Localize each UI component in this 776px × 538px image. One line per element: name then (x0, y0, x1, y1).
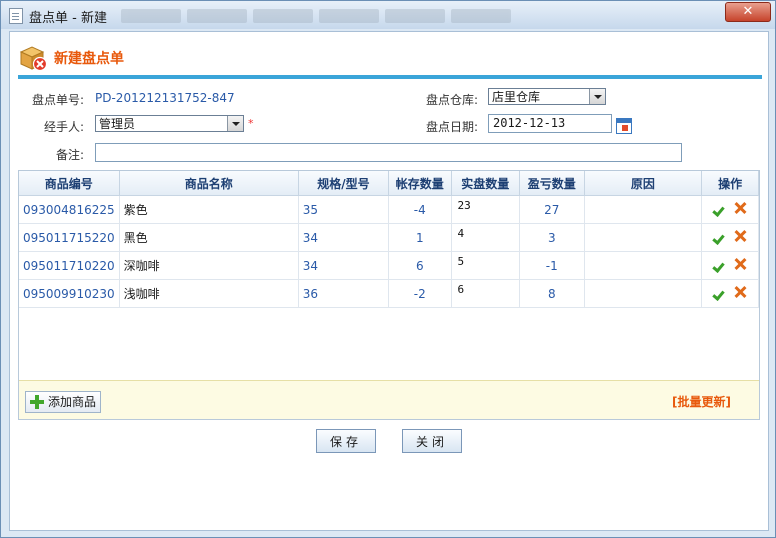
col-header-book-qty[interactable]: 帐存数量 (388, 171, 452, 196)
delete-x-icon[interactable] (734, 230, 746, 242)
cell-actions (701, 279, 759, 308)
cell-reason[interactable] (584, 251, 703, 280)
handler-selected: 管理员 (99, 117, 136, 131)
cell-code[interactable]: 095009910230 (19, 279, 120, 308)
cell-actions (701, 223, 759, 252)
cell-actions (701, 195, 759, 224)
cell-diff: -1 (519, 251, 585, 280)
close-button[interactable]: 关闭 (402, 429, 462, 453)
required-mark: * (248, 117, 254, 130)
document-icon (9, 8, 23, 24)
table-row[interactable]: 095009910230 浅咖啡 36 -2 6 8 (19, 279, 759, 308)
confirm-check-icon[interactable] (714, 288, 728, 298)
warehouse-label: 盘点仓库: (425, 93, 478, 107)
col-header-diff[interactable]: 盈亏数量 (519, 171, 585, 196)
table-row[interactable]: 093004816225 紫色 35 -4 23 27 (19, 195, 759, 224)
calendar-icon[interactable] (616, 118, 632, 134)
confirm-check-icon[interactable] (714, 232, 728, 242)
warehouse-selected: 店里仓库 (492, 90, 541, 104)
batch-update-link[interactable]: [批量更新] (672, 393, 731, 410)
table-row[interactable]: 095011715220 黑色 34 1 4 3 (19, 223, 759, 252)
table-header-row: 商品编号 商品名称 规格/型号 帐存数量 实盘数量 盈亏数量 原因 操作 (19, 171, 759, 196)
table-row[interactable]: 095011710220 深咖啡 34 6 5 -1 (19, 251, 759, 280)
col-header-actual-qty[interactable]: 实盘数量 (451, 171, 521, 196)
cell-book-qty: -4 (388, 195, 452, 224)
cell-diff: 3 (519, 223, 585, 252)
add-product-button[interactable]: 添加商品 (25, 391, 102, 413)
cell-spec: 36 (298, 279, 390, 308)
grid-footer: 添加商品 [批量更新] (19, 380, 759, 419)
cell-name: 浅咖啡 (119, 279, 299, 308)
cell-name: 紫色 (119, 195, 299, 224)
delete-x-icon[interactable] (734, 286, 746, 298)
cell-book-qty: -2 (388, 279, 452, 308)
col-header-reason[interactable]: 原因 (584, 171, 703, 196)
save-button[interactable]: 保存 (316, 429, 376, 453)
chevron-down-icon[interactable] (589, 89, 605, 104)
delete-x-icon[interactable] (734, 258, 746, 270)
cell-name: 黑色 (119, 223, 299, 252)
chevron-down-icon[interactable] (227, 116, 243, 131)
items-grid: 商品编号 商品名称 规格/型号 帐存数量 实盘数量 盈亏数量 原因 操作 093… (18, 170, 760, 420)
items-table: 商品编号 商品名称 规格/型号 帐存数量 实盘数量 盈亏数量 原因 操作 093… (19, 171, 759, 308)
cell-actual-qty[interactable]: 5 (451, 251, 521, 280)
cell-code[interactable]: 095011710220 (19, 251, 120, 280)
remark-label: 备注: (55, 148, 84, 162)
remark-input[interactable] (95, 143, 682, 162)
dialog-window: 盘点单 - 新建 ✕ 新建盘点单 盘点单号: PD-201212131752-8… (0, 0, 776, 538)
cell-diff: 8 (519, 279, 585, 308)
handler-select[interactable]: 管理员 (95, 115, 244, 132)
cell-actual-qty[interactable]: 4 (451, 223, 521, 252)
cell-name: 深咖啡 (119, 251, 299, 280)
delete-x-icon[interactable] (734, 202, 746, 214)
dialog-content: 新建盘点单 盘点单号: PD-201212131752-847 盘点仓库: 店里… (9, 31, 769, 531)
cell-actions (701, 251, 759, 280)
handler-label: 经手人: (43, 120, 84, 134)
confirm-check-icon[interactable] (714, 260, 728, 270)
window-title: 盘点单 - 新建 (29, 11, 107, 26)
cell-book-qty: 6 (388, 251, 452, 280)
cell-reason[interactable] (584, 195, 703, 224)
col-header-name[interactable]: 商品名称 (119, 171, 299, 196)
cell-code[interactable]: 095011715220 (19, 223, 120, 252)
date-input[interactable]: 2012-12-13 (488, 114, 612, 133)
order-no-value: PD-201212131752-847 (95, 91, 235, 105)
cell-diff: 27 (519, 195, 585, 224)
cell-reason[interactable] (584, 223, 703, 252)
warehouse-select[interactable]: 店里仓库 (488, 88, 606, 105)
col-header-code[interactable]: 商品编号 (19, 171, 120, 196)
cell-code[interactable]: 093004816225 (19, 195, 120, 224)
title-divider (18, 75, 762, 79)
order-no-label: 盘点单号: (31, 93, 84, 107)
window-close-button[interactable]: ✕ (725, 2, 771, 22)
confirm-check-icon[interactable] (714, 204, 728, 214)
cell-book-qty: 1 (388, 223, 452, 252)
date-label: 盘点日期: (425, 120, 478, 134)
col-header-actions: 操作 (701, 171, 759, 196)
cell-spec: 35 (298, 195, 390, 224)
add-product-label: 添加商品 (48, 395, 97, 409)
title-bar[interactable]: 盘点单 - 新建 ✕ (1, 1, 775, 29)
col-header-spec[interactable]: 规格/型号 (298, 171, 390, 196)
cell-spec: 34 (298, 251, 390, 280)
cell-actual-qty[interactable]: 23 (451, 195, 521, 224)
plus-icon (30, 395, 44, 409)
background-tabs (121, 9, 601, 25)
cell-actual-qty[interactable]: 6 (451, 279, 521, 308)
cell-spec: 34 (298, 223, 390, 252)
page-title: 新建盘点单 (54, 51, 124, 67)
cell-reason[interactable] (584, 279, 703, 308)
box-delete-icon (19, 46, 48, 72)
